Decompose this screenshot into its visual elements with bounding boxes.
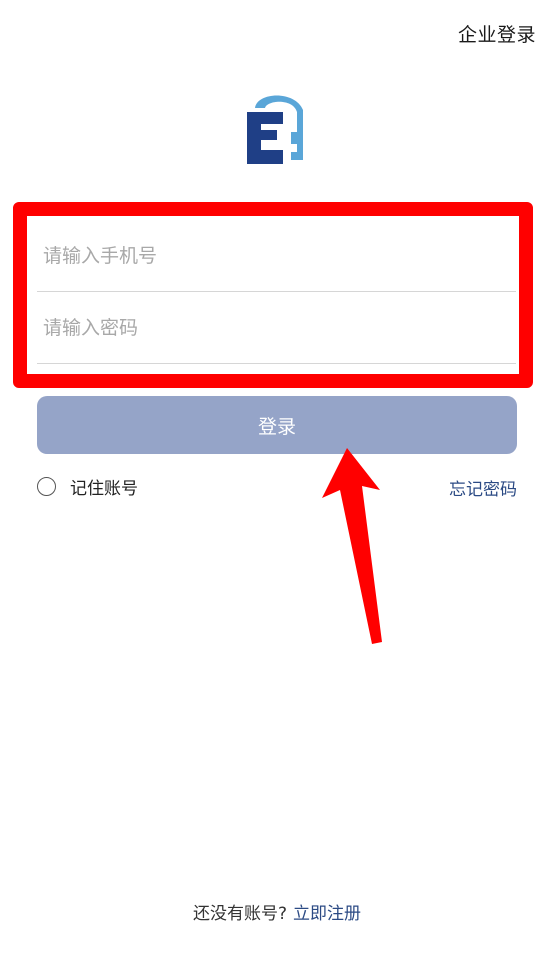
no-account-text: 还没有账号? xyxy=(192,904,288,924)
annotation-highlight-box xyxy=(13,202,533,388)
app-logo-icon xyxy=(247,95,303,164)
login-screen: 企业登录 登录 记住账号 忘记密码 还没有账号?立即注册 xyxy=(0,0,554,959)
login-button[interactable]: 登录 xyxy=(37,396,517,454)
remember-radio[interactable] xyxy=(37,477,56,496)
forgot-password-link[interactable]: 忘记密码 xyxy=(449,475,517,500)
remember-label: 记住账号 xyxy=(70,479,138,499)
enterprise-login-link[interactable]: 企业登录 xyxy=(458,20,536,47)
remember-account[interactable]: 记住账号 xyxy=(37,474,138,499)
annotation-arrow-icon xyxy=(322,448,382,644)
register-row: 还没有账号? 立即注册 xyxy=(0,899,554,924)
register-link[interactable]: 立即注册 xyxy=(293,904,361,924)
